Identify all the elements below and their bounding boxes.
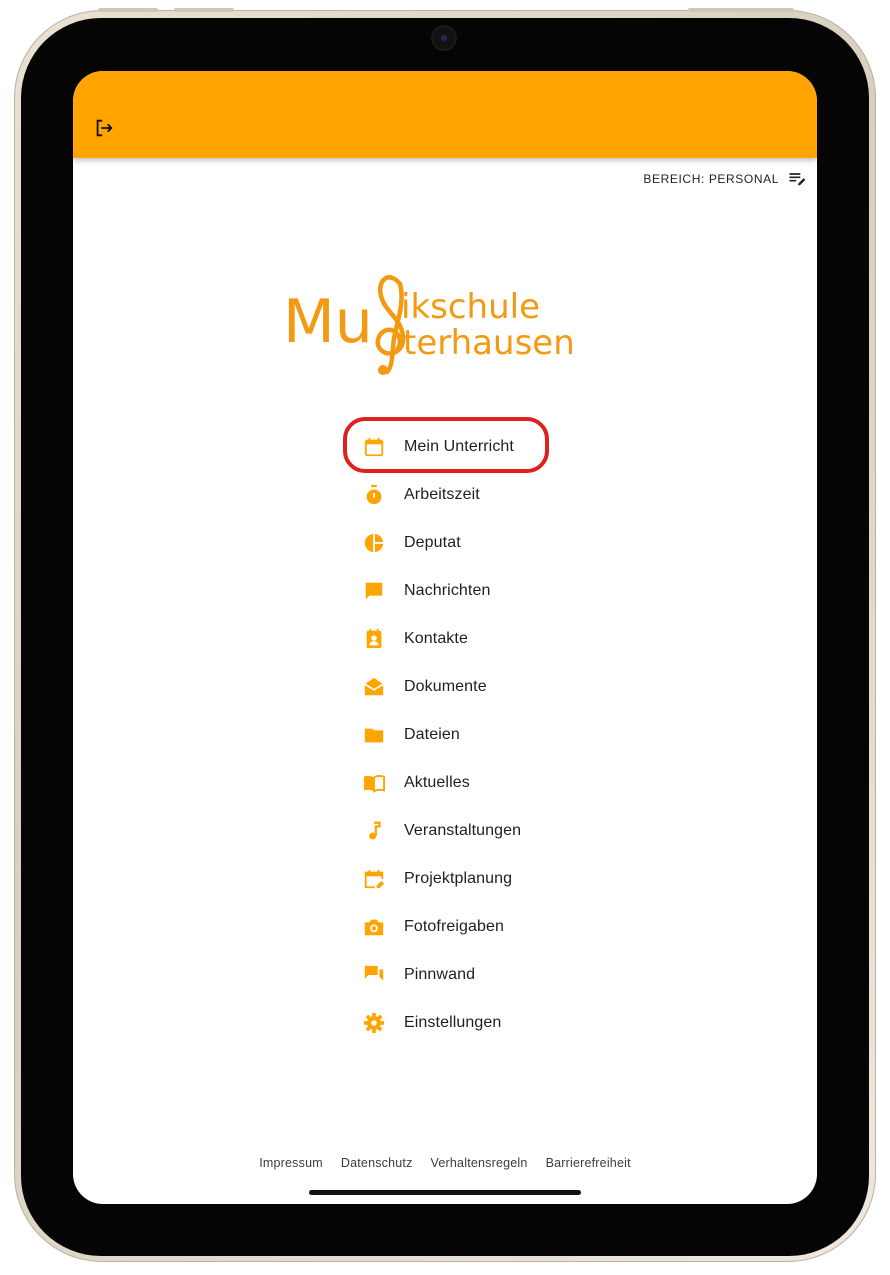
app-screen: BEREICH: PERSONAL Mu ikschule terhausen … [73, 71, 817, 1204]
calendar-edit-icon [362, 867, 386, 891]
calendar-icon [362, 435, 386, 459]
footer-link-impressum[interactable]: Impressum [259, 1156, 323, 1170]
gear-icon [362, 1011, 386, 1035]
menu-item-aktuelles[interactable]: Aktuelles [346, 759, 606, 807]
menu-label: Aktuelles [404, 774, 470, 791]
menu-item-pinnwand[interactable]: Pinnwand [346, 951, 606, 999]
menu-item-mein-unterricht[interactable]: Mein Unterricht [343, 417, 606, 473]
menu-item-dateien[interactable]: Dateien [346, 711, 606, 759]
menu-label: Fotofreigaben [404, 918, 505, 935]
power-button [688, 8, 794, 12]
footer-link-verhaltensregeln[interactable]: Verhaltensregeln [431, 1156, 528, 1170]
folder-icon [362, 723, 386, 747]
logo-text-ikschule: ikschule [401, 287, 540, 327]
home-indicator[interactable] [309, 1190, 581, 1195]
footer: Impressum Datenschutz Verhaltensregeln B… [73, 1156, 817, 1170]
menu-label: Arbeitszeit [404, 486, 480, 503]
menu-label: Dokumente [404, 678, 487, 695]
area-switch[interactable]: BEREICH: PERSONAL [643, 169, 807, 189]
chat-bubble-icon [362, 579, 386, 603]
menu-item-kontakte[interactable]: Kontakte [346, 615, 606, 663]
forum-icon [362, 963, 386, 987]
menu-item-arbeitszeit[interactable]: Arbeitszeit [346, 471, 606, 519]
camera-icon [362, 915, 386, 939]
volume-up-button [98, 8, 158, 12]
menu-item-veranstaltungen[interactable]: Veranstaltungen [346, 807, 606, 855]
main-menu: Mein Unterricht Arbeitszeit Deputat Nach… [343, 417, 606, 1047]
menu-label: Pinnwand [404, 966, 476, 983]
logo-text-mu: Mu [283, 287, 373, 357]
menu-label: Deputat [404, 534, 461, 551]
edit-list-icon [789, 173, 806, 186]
logo-text-terhausen: terhausen [403, 323, 575, 363]
menu-item-einstellungen[interactable]: Einstellungen [346, 999, 606, 1047]
volume-down-button [174, 8, 234, 12]
menu-item-deputat[interactable]: Deputat [346, 519, 606, 567]
stopwatch-icon [362, 483, 386, 507]
menu-item-fotofreigaben[interactable]: Fotofreigaben [346, 903, 606, 951]
footer-link-barrierefreiheit[interactable]: Barrierefreiheit [546, 1156, 631, 1170]
logout-button[interactable] [89, 113, 119, 143]
menu-label: Einstellungen [404, 1014, 502, 1031]
menu-label: Veranstaltungen [404, 822, 522, 839]
logo: Mu ikschule terhausen [283, 275, 575, 375]
menu-item-nachrichten[interactable]: Nachrichten [346, 567, 606, 615]
menu-label: Nachrichten [404, 582, 491, 599]
logout-icon [96, 119, 113, 137]
menu-label: Kontakte [404, 630, 468, 647]
camera-lens [441, 35, 447, 41]
contact-card-icon [362, 627, 386, 651]
open-envelope-icon [362, 675, 386, 699]
footer-link-datenschutz[interactable]: Datenschutz [341, 1156, 413, 1170]
music-note-icon [362, 819, 386, 843]
area-label: BEREICH: PERSONAL [643, 172, 779, 186]
app-bar [73, 71, 817, 158]
menu-label: Projektplanung [404, 870, 513, 887]
open-book-icon [362, 771, 386, 795]
menu-label: Dateien [404, 726, 460, 743]
treble-clef-icon [375, 275, 406, 375]
menu-item-dokumente[interactable]: Dokumente [346, 663, 606, 711]
menu-item-projektplanung[interactable]: Projektplanung [346, 855, 606, 903]
menu-label: Mein Unterricht [404, 438, 514, 455]
pie-chart-icon [362, 531, 386, 555]
